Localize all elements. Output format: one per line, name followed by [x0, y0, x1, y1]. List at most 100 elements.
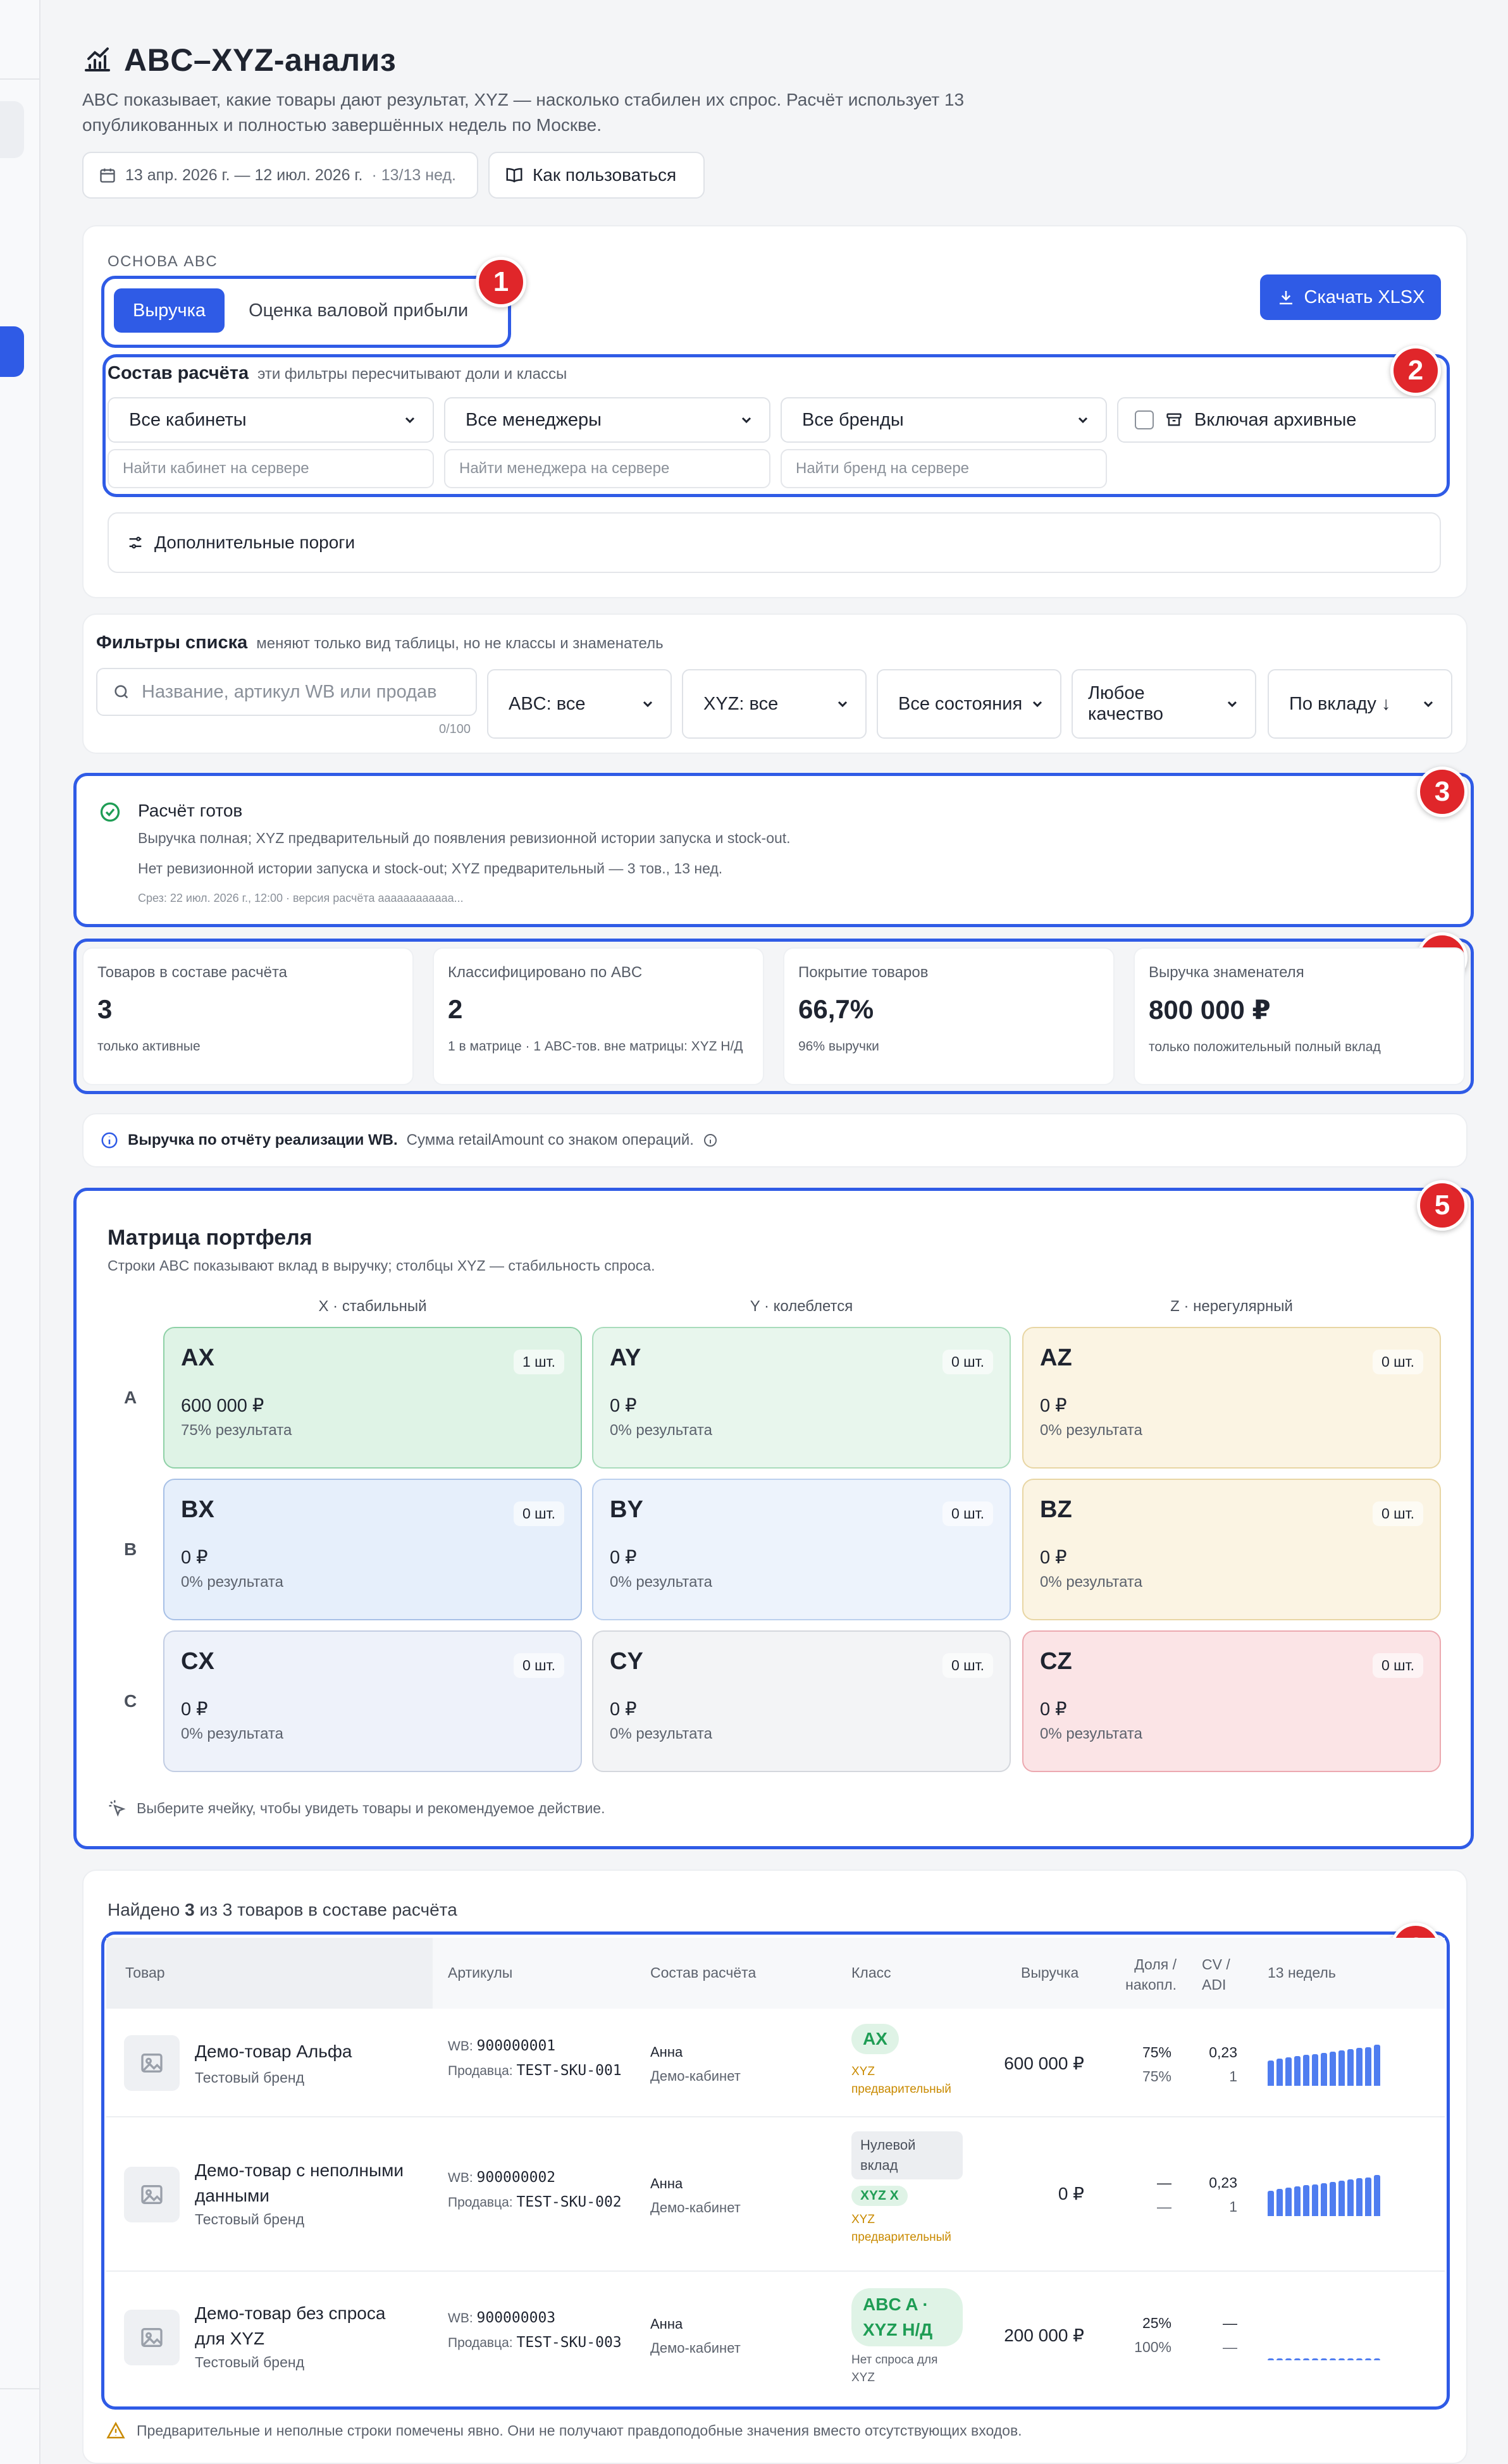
brand-search-input[interactable]: Найти бренд на сервере	[781, 449, 1107, 488]
class-badge: AX	[851, 2024, 899, 2054]
basis-option-revenue[interactable]: Выручка	[114, 288, 225, 333]
chevron-down-icon	[837, 701, 848, 708]
product-name[interactable]: Демо-товар без спроса для XYZ	[195, 2301, 410, 2351]
cell-amount: 0 ₽	[610, 1548, 637, 1568]
stat-title: Выручка знаменателя	[1149, 964, 1304, 981]
matrix-row-a: A	[124, 1388, 137, 1407]
weeks-sparkline	[1268, 2040, 1380, 2086]
xyz-filter-value: XYZ: все	[703, 693, 779, 714]
cell-code: CZ	[1040, 1648, 1072, 1675]
states-filter-select[interactable]: Все состояния	[877, 669, 1061, 739]
how-to-label: Как пользоваться	[533, 165, 677, 185]
period-picker[interactable]: 13 апр. 2026 г. — 12 июл. 2026 г. · 13/1…	[82, 152, 478, 199]
callout-1: 1	[476, 257, 526, 307]
xyz-filter-select[interactable]: XYZ: все	[682, 669, 867, 739]
cell-share: 0% результата	[610, 1422, 712, 1439]
weeks-sparkline	[1268, 2171, 1380, 2216]
stat-desc: 1 в матрице · 1 ABC-тов. вне матрицы: XY…	[448, 1039, 743, 1054]
week-bar	[1374, 2045, 1380, 2086]
chevron-down-icon	[1078, 417, 1088, 424]
thresholds-toggle[interactable]: Дополнительные пороги	[108, 512, 1441, 573]
chevron-down-icon	[1228, 701, 1237, 708]
stat-card: Выручка знаменателя 800 000 ₽ только пол…	[1134, 947, 1465, 1085]
basis-option-gross-profit[interactable]: Оценка валовой прибыли	[230, 288, 487, 333]
week-bar	[1303, 2185, 1309, 2216]
sidebar-item-active[interactable]	[0, 326, 24, 377]
product-name[interactable]: Демо-товар Альфа	[195, 2042, 352, 2062]
managers-value: Все менеджеры	[466, 409, 602, 430]
managers-select[interactable]: Все менеджеры	[444, 397, 770, 443]
chevron-down-icon	[741, 417, 751, 424]
matrix-cell-bx[interactable]: BX 0 шт. 0 ₽ 0% результата	[163, 1479, 582, 1620]
cabinets-select[interactable]: Все кабинеты	[108, 397, 434, 443]
week-bar	[1338, 2050, 1345, 2086]
cell-share: 0% результата	[1040, 1725, 1142, 1742]
matrix-cell-az[interactable]: AZ 0 шт. 0 ₽ 0% результата	[1022, 1327, 1441, 1469]
archive-icon	[1166, 413, 1182, 426]
product-brand: Тестовый бренд	[195, 2354, 304, 2370]
cumulative: 75%	[1142, 2068, 1171, 2085]
adi: 1	[1229, 2068, 1237, 2085]
week-bar	[1268, 2358, 1274, 2360]
week-bar	[1285, 2188, 1292, 2216]
archived-checkbox[interactable]	[1135, 410, 1154, 429]
abc-filter-select[interactable]: ABC: все	[487, 669, 672, 739]
cabinet-search-input[interactable]: Найти кабинет на сервере	[108, 449, 434, 488]
matrix-cell-cy[interactable]: CY 0 шт. 0 ₽ 0% результата	[592, 1630, 1011, 1772]
stat-title: Покрытие товаров	[798, 964, 929, 981]
product-search-input[interactable]: Название, артикул WB или продав	[96, 668, 477, 716]
search-icon	[114, 685, 128, 699]
week-bar	[1365, 2047, 1371, 2086]
week-bar	[1268, 2061, 1274, 2086]
status-meta: Срез: 22 июл. 2026 г., 12:00 · версия ра…	[138, 892, 464, 904]
help-icon[interactable]	[703, 1133, 718, 1148]
image-placeholder-icon	[141, 2185, 163, 2204]
manager-search-input[interactable]: Найти менеджера на сервере	[444, 449, 770, 488]
share: 25%	[1142, 2315, 1171, 2331]
week-bar	[1268, 2191, 1274, 2216]
product-name[interactable]: Демо-товар с неполными данными	[195, 2158, 404, 2208]
download-xlsx-button[interactable]: Скачать XLSX	[1260, 274, 1441, 320]
wb-article: 900000002	[476, 2169, 556, 2186]
how-to-button[interactable]: Как пользоваться	[488, 152, 705, 199]
matrix-cell-ax[interactable]: AX 1 шт. 600 000 ₽ 75% результата	[163, 1327, 582, 1469]
share-cell: 25% 100%	[1113, 2311, 1171, 2359]
found-suffix: из 3 товаров в составе расчёта	[199, 1900, 457, 1919]
week-bar	[1374, 2358, 1380, 2360]
table-row[interactable]	[106, 2009, 1445, 2117]
col-product[interactable]: Товар	[125, 1964, 165, 1981]
cell-amount: 600 000 ₽	[181, 1396, 264, 1416]
week-bar	[1330, 2358, 1336, 2360]
brands-select[interactable]: Все бренды	[781, 397, 1107, 443]
articles: WB: 900000001 Продавца: TEST-SKU-001	[448, 2034, 625, 2083]
product-thumbnail	[124, 2035, 180, 2091]
sidebar-item[interactable]	[0, 101, 24, 158]
composition-cell: Анна Демо-кабинет	[650, 2040, 741, 2088]
share-cell: 75% 75%	[1113, 2040, 1171, 2088]
matrix-cell-ay[interactable]: AY 0 шт. 0 ₽ 0% результата	[592, 1327, 1011, 1469]
cell-amount: 0 ₽	[181, 1699, 208, 1720]
matrix-cell-cz[interactable]: CZ 0 шт. 0 ₽ 0% результата	[1022, 1630, 1441, 1772]
class-cell: Нулевой вклад XYZ X XYZ предварительный	[851, 2131, 972, 2246]
cell-code: CY	[610, 1648, 643, 1675]
col-class[interactable]: Класс	[851, 1964, 891, 1981]
product-thumbnail	[124, 2167, 180, 2222]
stat-value: 2	[448, 994, 463, 1024]
week-bar	[1294, 2186, 1301, 2216]
download-label: Скачать XLSX	[1304, 286, 1425, 307]
col-revenue[interactable]: Выручка	[1021, 1964, 1078, 1981]
cabinets-value: Все кабинеты	[129, 409, 247, 430]
archived-toggle[interactable]: Включая архивные	[1117, 397, 1436, 443]
matrix-cell-by[interactable]: BY 0 шт. 0 ₽ 0% результата	[592, 1479, 1011, 1620]
cell-amount: 0 ₽	[1040, 1396, 1067, 1416]
col-articles: Артикулы	[448, 1964, 513, 1981]
col-share[interactable]: Доля / накопл.	[1113, 1954, 1177, 1995]
matrix-cell-cx[interactable]: CX 0 шт. 0 ₽ 0% результата	[163, 1630, 582, 1772]
sort-select[interactable]: По вкладу ↓	[1268, 669, 1452, 739]
analytics-icon	[85, 47, 110, 71]
matrix-cell-bz[interactable]: BZ 0 шт. 0 ₽ 0% результата	[1022, 1479, 1441, 1620]
cell-count: 0 шт.	[513, 1501, 564, 1526]
share: —	[1157, 2174, 1171, 2191]
quality-filter-select[interactable]: Любое качество	[1072, 669, 1256, 739]
col-cv-adi[interactable]: CV / ADI	[1202, 1954, 1240, 1995]
